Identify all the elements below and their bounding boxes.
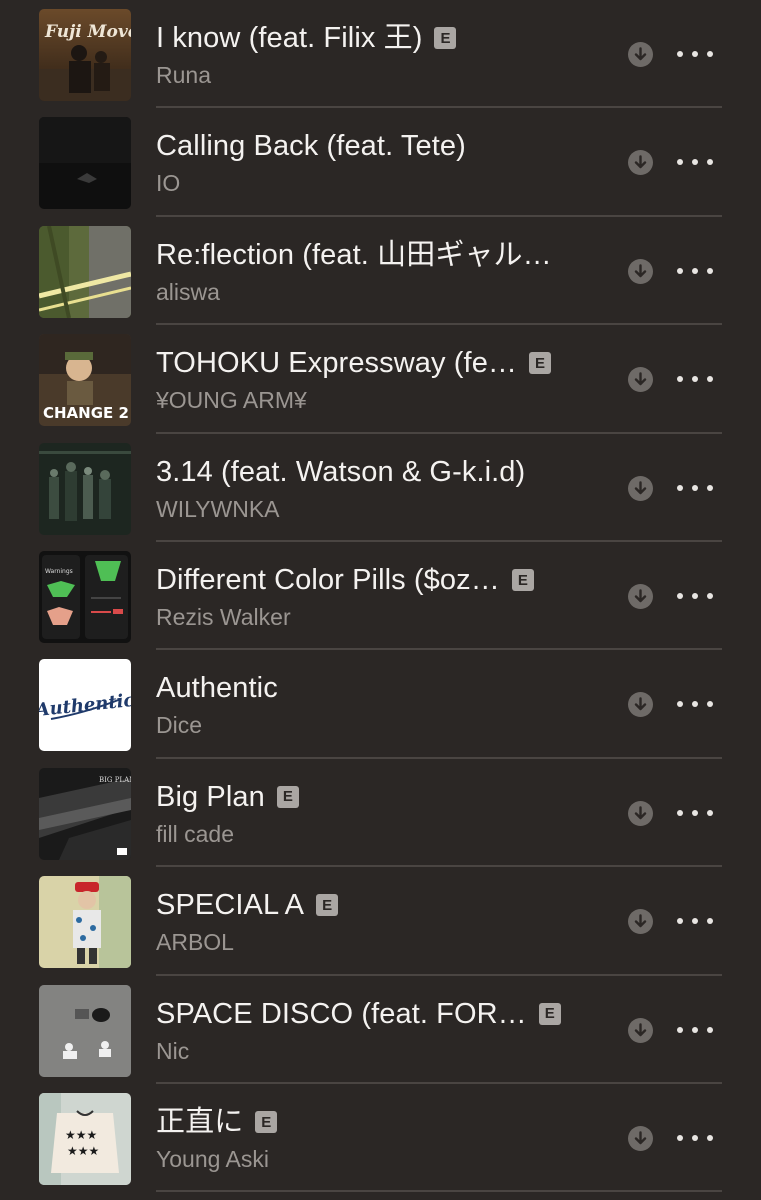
track-title: 正直に <box>156 1106 244 1138</box>
explicit-badge: E <box>511 569 534 591</box>
svg-text:★★★: ★★★ <box>67 1144 99 1158</box>
download-arrow-icon[interactable] <box>628 800 653 826</box>
album-art-fuji-move: Fuji Move <box>39 9 131 101</box>
download-arrow-icon[interactable] <box>628 475 653 501</box>
track-title: SPECIAL A <box>156 889 305 922</box>
svg-text:BIG PLAN: BIG PLAN <box>99 776 131 784</box>
track-title-line: Different Color Pills ($oz… E <box>156 562 601 598</box>
track-artist: ¥OUNG ARM¥ <box>156 387 307 414</box>
track-artist: aliswa <box>156 278 220 305</box>
track-title: TOHOKU Expressway (fe… <box>156 347 518 380</box>
track-title-line: Calling Back (feat. Tete) <box>156 128 601 164</box>
track-row-7[interactable]: BIG PLAN Big Plan E fill cade <box>0 759 761 868</box>
download-arrow-icon[interactable] <box>628 1126 653 1151</box>
track-row-6[interactable]: Authentic Authentic Dice <box>0 650 761 759</box>
track-row-0[interactable]: Fuji Move I know (feat. Filix 王) E Runa <box>0 0 761 109</box>
track-row-8[interactable]: SPECIAL A E ARBOL <box>0 867 761 976</box>
track-title: Calling Back (feat. Tete) <box>156 130 466 163</box>
track-artist: Nic <box>156 1037 190 1064</box>
explicit-badge: E <box>434 27 457 49</box>
album-art-different-color-pills: Warnings <box>39 551 131 643</box>
explicit-badge: E <box>538 1002 561 1025</box>
track-title-line: 正直に E <box>156 1104 601 1140</box>
track-title-line: SPACE DISCO (feat. FOR… E <box>156 996 601 1032</box>
track-title: 3.14 (feat. Watson & G-k.i.d) <box>156 455 526 488</box>
track-artist: ARBOL <box>156 929 234 956</box>
track-artist: Dice <box>156 712 203 739</box>
more-options-icon[interactable] <box>677 39 713 69</box>
track-title-line: Authentic <box>156 670 601 706</box>
download-arrow-icon[interactable] <box>628 258 653 284</box>
track-artist: Rezis Walker <box>156 604 291 630</box>
more-options-icon[interactable] <box>677 689 713 719</box>
album-art-calling-back <box>39 117 131 210</box>
track-list: Fuji Move I know (feat. Filix 王) E Runa … <box>0 0 761 1200</box>
track-title-line: SPECIAL A E <box>156 887 601 923</box>
more-options-icon[interactable] <box>677 581 713 611</box>
download-arrow-icon[interactable] <box>628 150 653 176</box>
album-art-special-a <box>39 876 131 969</box>
track-title: Big Plan <box>156 780 265 813</box>
track-row-2[interactable]: Re:flection (feat. 山田ギャル… aliswa <box>0 217 761 326</box>
download-arrow-icon[interactable] <box>628 692 653 718</box>
track-title: SPACE DISCO (feat. FOR… <box>156 997 527 1030</box>
track-row-9[interactable]: SPACE DISCO (feat. FOR… E Nic <box>0 976 761 1084</box>
album-art-change-2: CHANGE 2 <box>39 334 131 427</box>
album-art-big-plan: BIG PLAN <box>39 767 131 860</box>
explicit-badge: E <box>255 1111 278 1133</box>
album-art-shoujiki-ni: ★★★ ★★★ <box>39 1093 131 1185</box>
svg-text:★★★: ★★★ <box>65 1128 97 1142</box>
svg-text:CHANGE 2: CHANGE 2 <box>43 404 129 422</box>
more-options-icon[interactable] <box>677 1123 713 1153</box>
download-arrow-icon[interactable] <box>628 584 653 609</box>
more-options-icon[interactable] <box>677 798 713 828</box>
more-options-icon[interactable] <box>677 473 713 503</box>
download-arrow-icon[interactable] <box>628 367 653 393</box>
more-options-icon[interactable] <box>677 256 713 286</box>
track-artist: Young Aski <box>156 1146 269 1172</box>
track-title-line: TOHOKU Expressway (fe… E <box>156 345 601 381</box>
track-artist: fill cade <box>156 820 234 847</box>
album-art-authentic: Authentic <box>39 659 131 752</box>
svg-text:Warnings: Warnings <box>45 568 73 575</box>
more-options-icon[interactable] <box>677 364 713 394</box>
track-title-line: 3.14 (feat. Watson & G-k.i.d) <box>156 454 601 490</box>
album-art-reflection <box>39 225 131 318</box>
explicit-badge: E <box>529 352 552 375</box>
album-art-space-disco <box>39 984 131 1077</box>
row-separator <box>156 1190 722 1193</box>
track-row-5[interactable]: Warnings Different Color Pills ($oz… E R… <box>0 542 761 651</box>
download-arrow-icon[interactable] <box>628 1017 653 1043</box>
more-options-icon[interactable] <box>677 1015 713 1045</box>
explicit-badge: E <box>316 894 339 917</box>
track-title: Re:flection (feat. 山田ギャル… <box>156 238 552 271</box>
track-title: Different Color Pills ($oz… <box>156 564 500 596</box>
more-options-icon[interactable] <box>677 906 713 936</box>
download-arrow-icon[interactable] <box>628 909 653 935</box>
svg-text:Fuji Move: Fuji Move <box>44 22 131 42</box>
track-row-10[interactable]: ★★★ ★★★ 正直に E Young Aski <box>0 1084 761 1193</box>
track-row-4[interactable]: 3.14 (feat. Watson & G-k.i.d) WILYWNKA <box>0 434 761 542</box>
track-artist: Runa <box>156 62 211 88</box>
track-artist: IO <box>156 170 181 197</box>
explicit-badge: E <box>276 785 299 808</box>
track-title: Authentic <box>156 672 278 705</box>
track-row-1[interactable]: Calling Back (feat. Tete) IO <box>0 108 761 217</box>
track-title-line: I know (feat. Filix 王) E <box>156 20 601 56</box>
album-art-3-14 <box>39 442 131 535</box>
track-title: I know (feat. Filix 王) <box>156 22 423 54</box>
track-artist: WILYWNKA <box>156 495 280 522</box>
track-row-3[interactable]: CHANGE 2 TOHOKU Expressway (fe… E ¥OUNG … <box>0 325 761 434</box>
download-arrow-icon[interactable] <box>628 42 653 67</box>
more-options-icon[interactable] <box>677 147 713 177</box>
track-title-line: Re:flection (feat. 山田ギャル… <box>156 237 601 273</box>
track-title-line: Big Plan E <box>156 779 601 815</box>
